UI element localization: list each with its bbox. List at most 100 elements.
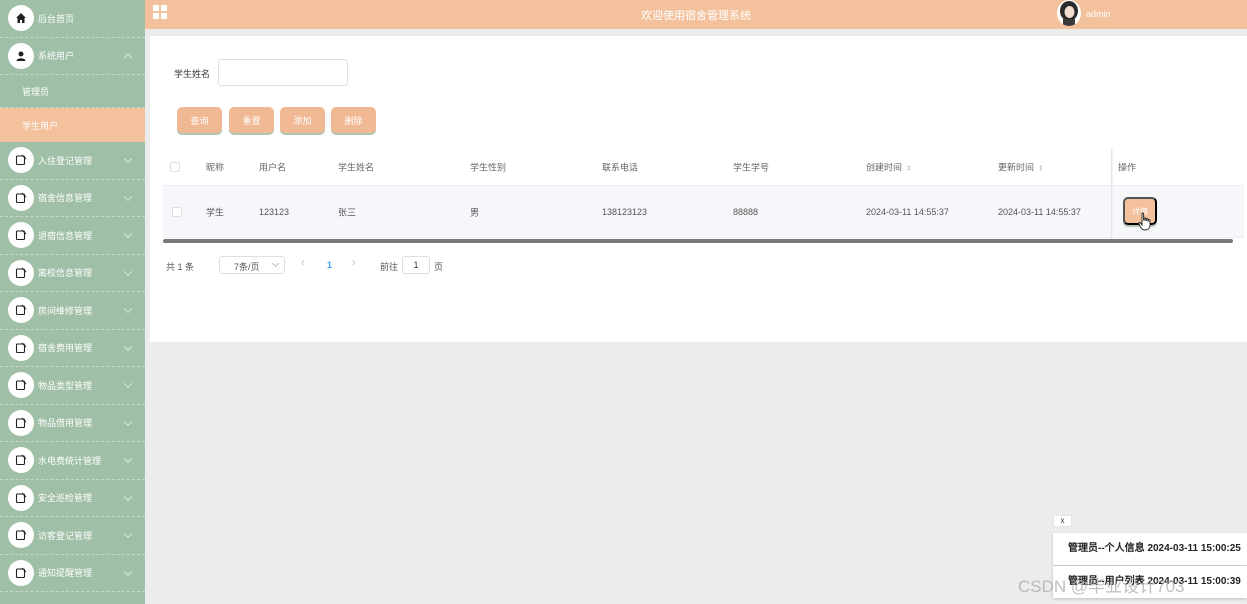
add-button[interactable]: 添加	[280, 107, 325, 133]
sidebar-item-label: 安全巡检管理	[38, 493, 93, 504]
edit-doc-icon	[8, 484, 34, 511]
cell-student-no: 88888	[733, 206, 759, 217]
edit-doc-icon	[8, 184, 34, 211]
cell-created: 2024-03-11 14:55:37	[866, 206, 949, 217]
header-username: 用户名	[259, 162, 287, 173]
delete-button[interactable]: 删除	[331, 107, 376, 133]
chevron-down-icon	[123, 454, 133, 464]
sidebar-item-repair[interactable]: 房间维修管理	[0, 292, 145, 330]
user-icon	[8, 42, 34, 69]
sort-icon[interactable]: ⇕	[1038, 165, 1044, 173]
fixed-column-divider	[1111, 149, 1113, 239]
sidebar-item-visitors[interactable]: 访客登记管理	[0, 517, 145, 555]
edit-doc-icon	[8, 222, 34, 249]
chevron-down-icon	[123, 342, 133, 351]
page-number-current[interactable]: 1	[327, 260, 332, 270]
horizontal-scrollbar[interactable]	[163, 239, 1233, 243]
sidebar-item-label: 水电费统计管理	[38, 455, 102, 466]
goto-page-input[interactable]: 1	[402, 256, 430, 274]
sidebar: 后台首页 系统用户 管理员 学生用户 入住登记管理 宿舍信息管理 退宿信息管理 …	[0, 0, 145, 604]
header-phone: 联系电话	[602, 162, 639, 173]
sidebar-item-dorm-info[interactable]: 宿舍信息管理	[0, 180, 145, 217]
sidebar-item-label: 房间维修管理	[38, 305, 93, 316]
cell-updated: 2024-03-11 14:55:37	[998, 206, 1081, 217]
reset-button[interactable]: 重置	[229, 107, 274, 133]
watermark: CSDN @毕业设计703	[1018, 577, 1185, 596]
chevron-down-icon	[123, 304, 133, 314]
header-student-no: 学生学号	[733, 162, 770, 173]
close-icon[interactable]: x	[1053, 515, 1072, 527]
header-name: 学生姓名	[338, 162, 375, 173]
next-page-icon[interactable]: ›	[352, 257, 356, 269]
sidebar-subitem-admin[interactable]: 管理员	[0, 75, 145, 108]
pagination: 共 1 条 7条/页 ‹ 1 › 前往 1 页	[166, 256, 566, 274]
total-count: 共 1 条	[166, 262, 195, 272]
goto-label: 前往	[380, 262, 399, 272]
chevron-down-icon	[123, 192, 133, 201]
header-gender: 学生性别	[470, 162, 507, 173]
table-row: 学生 123123 张三 男 138123123 88888 2024-03-1…	[163, 186, 1244, 238]
sidebar-item-label: 退宿信息管理	[38, 230, 93, 241]
edit-doc-icon	[8, 447, 34, 474]
edit-doc-icon	[8, 259, 34, 286]
edit-doc-icon	[8, 522, 34, 549]
header-action: 操作	[1118, 162, 1137, 173]
chevron-down-icon	[123, 229, 133, 239]
sidebar-item-borrowing[interactable]: 物品借用管理	[0, 405, 145, 442]
header-updated[interactable]: 更新时间 ⇕	[998, 161, 1044, 174]
student-table: 昵称 用户名 学生姓名 学生性别 联系电话 学生学号 创建时间 ⇕ 更新时间 ⇕ 操…	[163, 149, 1244, 243]
chevron-down-icon	[123, 267, 133, 276]
header-updated-label: 更新时间	[998, 162, 1035, 173]
sidebar-item-system-users[interactable]: 系统用户	[0, 38, 145, 75]
sidebar-item-home[interactable]: 后台首页	[0, 0, 145, 38]
page-unit-label: 页	[434, 262, 444, 272]
sidebar-item-label: 后台首页	[38, 13, 75, 24]
student-name-input[interactable]	[218, 59, 348, 86]
sort-icon[interactable]: ⇕	[906, 165, 912, 173]
sidebar-item-label: 物品借用管理	[38, 418, 93, 429]
sidebar-item-checkout[interactable]: 退宿信息管理	[0, 217, 145, 255]
chevron-up-icon	[123, 53, 133, 62]
sidebar-item-fees[interactable]: 宿舍费用管理	[0, 330, 145, 367]
sidebar-item-label: 通知提醒管理	[38, 568, 93, 579]
prev-page-icon[interactable]: ‹	[301, 257, 305, 269]
sidebar-item-label: 入住登记管理	[38, 155, 93, 166]
sidebar-item-label: 访客登记管理	[38, 530, 93, 541]
user-name[interactable]: admin	[1086, 9, 1111, 19]
sidebar-item-leave-school[interactable]: 离校信息管理	[0, 255, 145, 292]
chevron-down-icon	[123, 567, 133, 576]
row-checkbox[interactable]	[172, 206, 182, 217]
query-button[interactable]: 查询	[177, 107, 222, 133]
cell-gender: 男	[470, 207, 480, 217]
sidebar-item-label: 宿舍费用管理	[38, 343, 93, 354]
edit-doc-icon	[8, 372, 34, 399]
sidebar-subitem-student-users[interactable]: 学生用户	[0, 108, 145, 142]
sidebar-item-safety[interactable]: 安全巡检管理	[0, 480, 145, 517]
sidebar-item-label: 系统用户	[38, 51, 75, 62]
sidebar-item-item-types[interactable]: 物品类型管理	[0, 367, 145, 405]
sidebar-item-label: 宿舍信息管理	[38, 193, 93, 204]
edit-doc-icon	[8, 147, 34, 174]
chevron-down-icon	[123, 492, 133, 501]
sidebar-item-notices[interactable]: 通知提醒管理	[0, 555, 145, 592]
cell-name: 张三	[338, 207, 357, 217]
header-created[interactable]: 创建时间 ⇕	[866, 161, 912, 174]
page-size-value: 7条/页	[234, 262, 260, 272]
edit-doc-icon	[8, 297, 34, 324]
edit-doc-icon	[8, 559, 34, 586]
sidebar-item-checkin[interactable]: 入住登记管理	[0, 142, 145, 180]
avatar[interactable]	[1057, 0, 1081, 26]
header-nickname: 昵称	[206, 162, 225, 173]
page-size-select[interactable]: 7条/页	[219, 256, 285, 274]
notification-item[interactable]: 管理员--个人信息 2024-03-11 15:00:25	[1053, 533, 1247, 565]
cell-username: 123123	[259, 206, 290, 217]
sidebar-item-utilities[interactable]: 水电费统计管理	[0, 442, 145, 480]
main-panel: 学生姓名 查询 重置 添加 删除 昵称 用户名 学生姓名 学生性别 联系电话 学…	[150, 36, 1247, 342]
edit-doc-icon	[8, 334, 34, 361]
hand-cursor-icon	[1138, 212, 1151, 231]
chevron-down-icon	[123, 154, 133, 164]
top-header: 欢迎使用宿舍管理系统 admin	[145, 0, 1247, 29]
sidebar-item-label: 物品类型管理	[38, 380, 93, 391]
table-header: 昵称 用户名 学生姓名 学生性别 联系电话 学生学号 创建时间 ⇕ 更新时间 ⇕ 操…	[163, 149, 1244, 186]
select-all-checkbox[interactable]	[170, 162, 180, 172]
